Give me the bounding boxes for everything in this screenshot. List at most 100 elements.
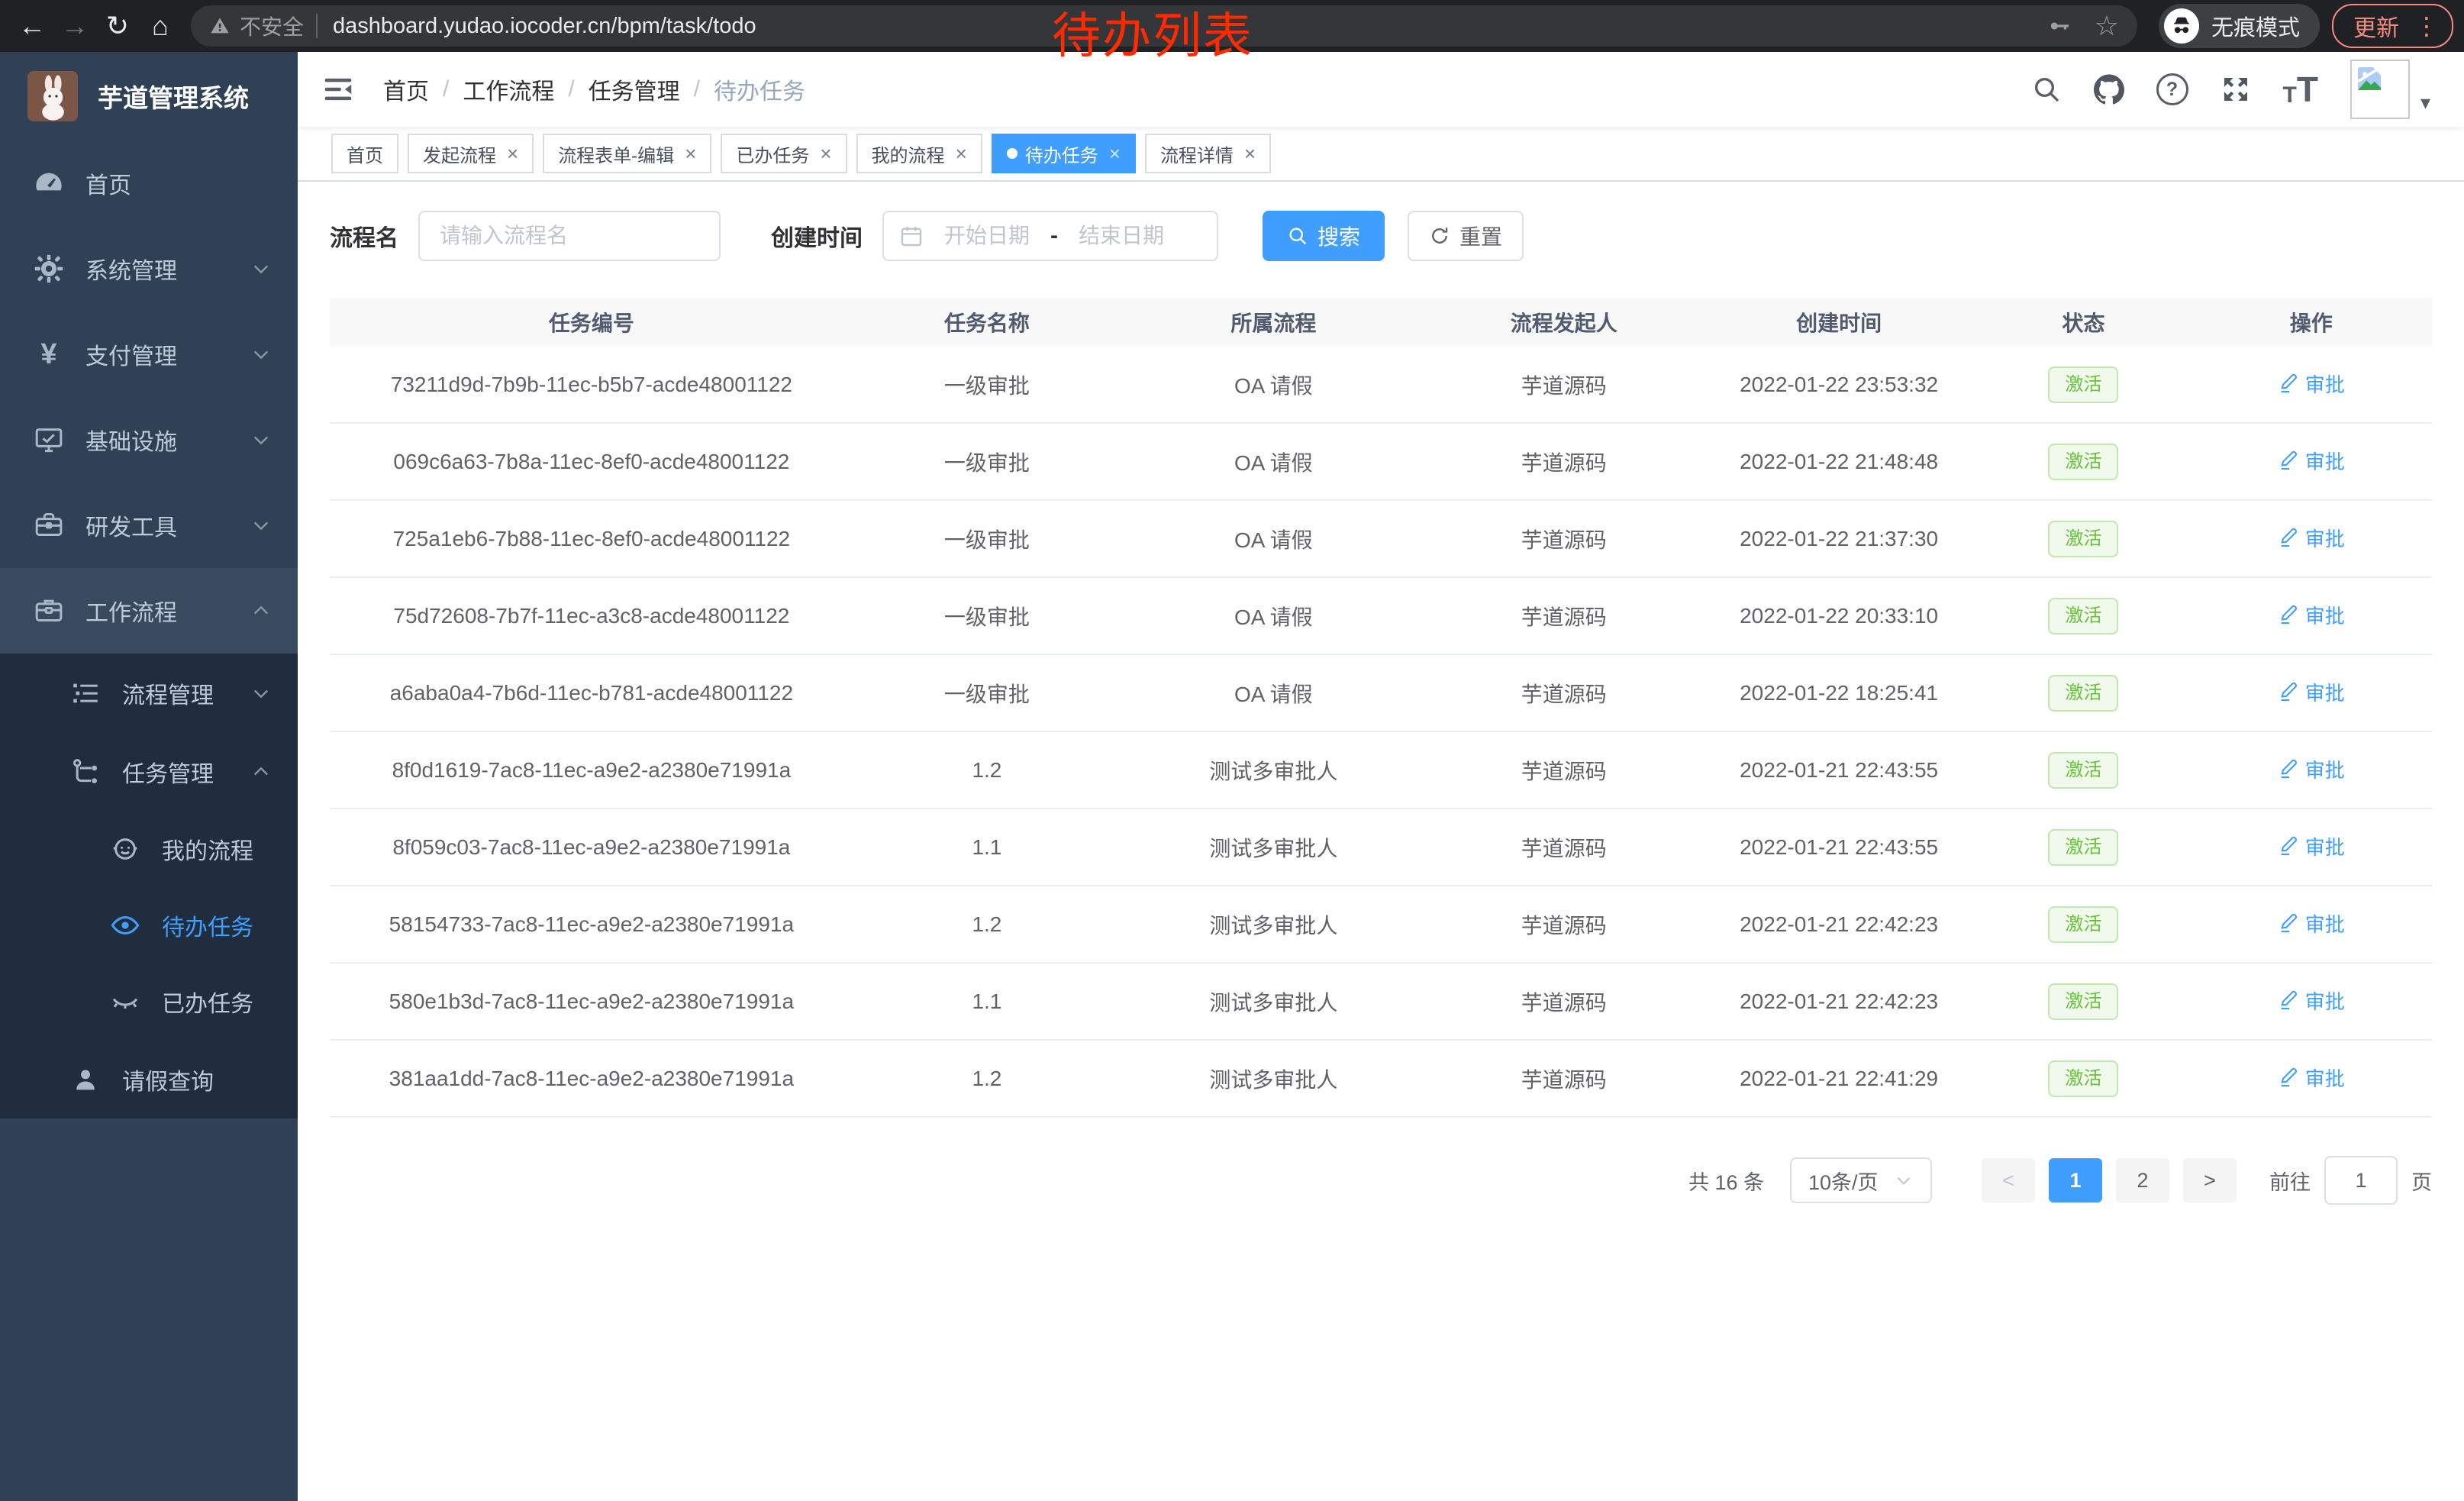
search-icon[interactable] xyxy=(2031,74,2062,105)
approve-link[interactable]: 审批 xyxy=(2278,601,2345,629)
font-size-icon[interactable]: TT xyxy=(2283,72,2318,107)
sidebar-item-payment[interactable]: ¥ 支付管理 xyxy=(0,311,298,397)
sidebar-item-devtools[interactable]: 研发工具 xyxy=(0,483,298,568)
sidebar-item-done-task[interactable]: 已办任务 xyxy=(0,964,298,1040)
fullscreen-icon[interactable] xyxy=(2221,74,2251,105)
user-avatar-menu[interactable]: ▾ xyxy=(2350,60,2430,119)
cell-starter: 芋道源码 xyxy=(1427,731,1701,809)
close-icon[interactable]: × xyxy=(1244,142,1256,166)
browser-forward-icon[interactable]: → xyxy=(53,5,96,47)
close-icon[interactable]: × xyxy=(507,142,518,166)
sidebar-item-system[interactable]: 系统管理 xyxy=(0,226,298,311)
tree-icon xyxy=(70,757,101,787)
avatar[interactable] xyxy=(2350,60,2410,119)
end-date-input[interactable] xyxy=(1063,223,1180,249)
bookmark-star-icon[interactable]: ☆ xyxy=(2095,10,2119,42)
approve-link[interactable]: 审批 xyxy=(2278,986,2345,1015)
help-icon[interactable]: ? xyxy=(2156,73,2188,105)
approve-link[interactable]: 审批 xyxy=(2278,447,2345,475)
reset-button[interactable]: 重置 xyxy=(1408,211,1524,261)
cell-starter: 芋道源码 xyxy=(1427,577,1701,654)
password-key-icon[interactable] xyxy=(2047,14,2072,38)
sidebar-item-leave-query[interactable]: 请假查询 xyxy=(0,1040,298,1118)
table-row: 580e1b3d-7ac8-11ec-a9e2-a2380e71991a 1.1… xyxy=(330,963,2432,1040)
start-date-input[interactable] xyxy=(928,223,1046,249)
breadcrumb-workflow[interactable]: 工作流程 xyxy=(463,73,554,106)
tab-done-task[interactable]: 已办任务× xyxy=(721,134,847,173)
sidebar-item-process-management[interactable]: 流程管理 xyxy=(0,654,298,732)
sidebar-item-workflow[interactable]: 工作流程 xyxy=(0,568,298,654)
goto-page-input[interactable] xyxy=(2324,1156,2398,1205)
security-label[interactable]: 不安全 xyxy=(240,11,304,41)
sidebar-item-infrastructure[interactable]: 基础设施 xyxy=(0,397,298,483)
breadcrumb-task-management[interactable]: 任务管理 xyxy=(589,73,680,106)
sidebar-item-home[interactable]: 首页 xyxy=(0,140,298,226)
chevron-down-icon xyxy=(250,258,272,279)
cell-task-name: 1.2 xyxy=(853,1040,1121,1117)
tab-home[interactable]: 首页 xyxy=(331,134,398,173)
approve-link[interactable]: 审批 xyxy=(2278,370,2345,398)
sidebar-item-todo-task[interactable]: 待办任务 xyxy=(0,887,298,964)
approve-link[interactable]: 审批 xyxy=(2278,832,2345,860)
cell-task-id: 8f0d1619-7ac8-11ec-a9e2-a2380e71991a xyxy=(330,731,853,809)
browser-back-icon[interactable]: ← xyxy=(11,5,53,47)
sidebar-item-my-process[interactable]: 我的流程 xyxy=(0,811,298,887)
close-icon[interactable]: × xyxy=(956,142,967,166)
breadcrumb: 首页 / 工作流程 / 任务管理 / 待办任务 xyxy=(383,73,805,106)
cell-task-id: 069c6a63-7b8a-11ec-8ef0-acde48001122 xyxy=(330,423,853,500)
approve-link[interactable]: 审批 xyxy=(2278,678,2345,706)
approve-link[interactable]: 审批 xyxy=(2278,1064,2345,1092)
sidebar-item-task-management[interactable]: 任务管理 xyxy=(0,732,298,811)
chevron-down-icon xyxy=(250,429,272,450)
cell-starter: 芋道源码 xyxy=(1427,347,1701,423)
tab-process-detail[interactable]: 流程详情× xyxy=(1145,134,1271,173)
approve-link[interactable]: 审批 xyxy=(2278,524,2345,552)
col-task-name: 任务名称 xyxy=(853,298,1121,347)
cell-created: 2022-01-21 22:43:55 xyxy=(1701,731,1976,809)
github-icon[interactable] xyxy=(2094,74,2124,105)
cell-task-id: 73211d9d-7b9b-11ec-b5b7-acde48001122 xyxy=(330,347,853,423)
tab-todo-task[interactable]: 待办任务× xyxy=(992,134,1136,173)
page-button-1[interactable]: 1 xyxy=(2049,1158,2102,1202)
search-form: 流程名 创建时间 - 搜索 重置 xyxy=(330,211,2432,261)
prev-page-button[interactable]: < xyxy=(1982,1158,2035,1202)
status-badge: 激活 xyxy=(2048,598,2118,634)
monitor-icon xyxy=(34,424,64,455)
table-row: 725a1eb6-7b88-11ec-8ef0-acde48001122 一级审… xyxy=(330,500,2432,577)
approve-link[interactable]: 审批 xyxy=(2278,909,2345,938)
incognito-badge: 无痕模式 xyxy=(2159,4,2320,48)
table-row: 069c6a63-7b8a-11ec-8ef0-acde48001122 一级审… xyxy=(330,423,2432,500)
browser-update-button[interactable]: 更新 ⋮ xyxy=(2332,4,2453,48)
pencil-icon xyxy=(2278,835,2299,857)
cell-created: 2022-01-21 22:42:23 xyxy=(1701,886,1976,963)
process-name-input[interactable] xyxy=(418,211,721,261)
col-task-id: 任务编号 xyxy=(330,298,853,347)
close-icon[interactable]: × xyxy=(685,142,696,166)
browser-home-icon[interactable]: ⌂ xyxy=(139,5,182,47)
tab-process-form-edit[interactable]: 流程表单-编辑× xyxy=(543,134,711,173)
yen-icon: ¥ xyxy=(34,338,64,371)
tab-my-process[interactable]: 我的流程× xyxy=(856,134,982,173)
table-row: 75d72608-7b7f-11ec-a3c8-acde48001122 一级审… xyxy=(330,577,2432,654)
eye-closed-icon xyxy=(110,986,140,1017)
chevron-up-icon xyxy=(250,761,272,783)
close-icon[interactable]: × xyxy=(1109,142,1121,166)
tab-start-process[interactable]: 发起流程× xyxy=(408,134,534,173)
close-icon[interactable]: × xyxy=(820,142,831,166)
browser-menu-icon[interactable]: ⋮ xyxy=(2414,11,2440,40)
browser-reload-icon[interactable]: ↻ xyxy=(96,5,139,47)
next-page-button[interactable]: > xyxy=(2183,1158,2237,1202)
update-label[interactable]: 更新 xyxy=(2353,9,2399,43)
approve-link[interactable]: 审批 xyxy=(2278,755,2345,783)
page-button-2[interactable]: 2 xyxy=(2116,1158,2169,1202)
app-logo-row[interactable]: 芋道管理系统 xyxy=(0,52,298,140)
pencil-icon xyxy=(2278,604,2299,625)
briefcase-icon xyxy=(34,596,64,626)
page-size-select[interactable]: 10条/页 xyxy=(1790,1157,1932,1203)
process-name-label: 流程名 xyxy=(330,219,398,253)
date-range-picker[interactable]: - xyxy=(882,211,1218,261)
breadcrumb-home[interactable]: 首页 xyxy=(383,73,429,106)
sidebar-collapse-icon[interactable] xyxy=(321,72,356,107)
cell-task-name: 1.2 xyxy=(853,731,1121,809)
search-button[interactable]: 搜索 xyxy=(1263,211,1385,261)
